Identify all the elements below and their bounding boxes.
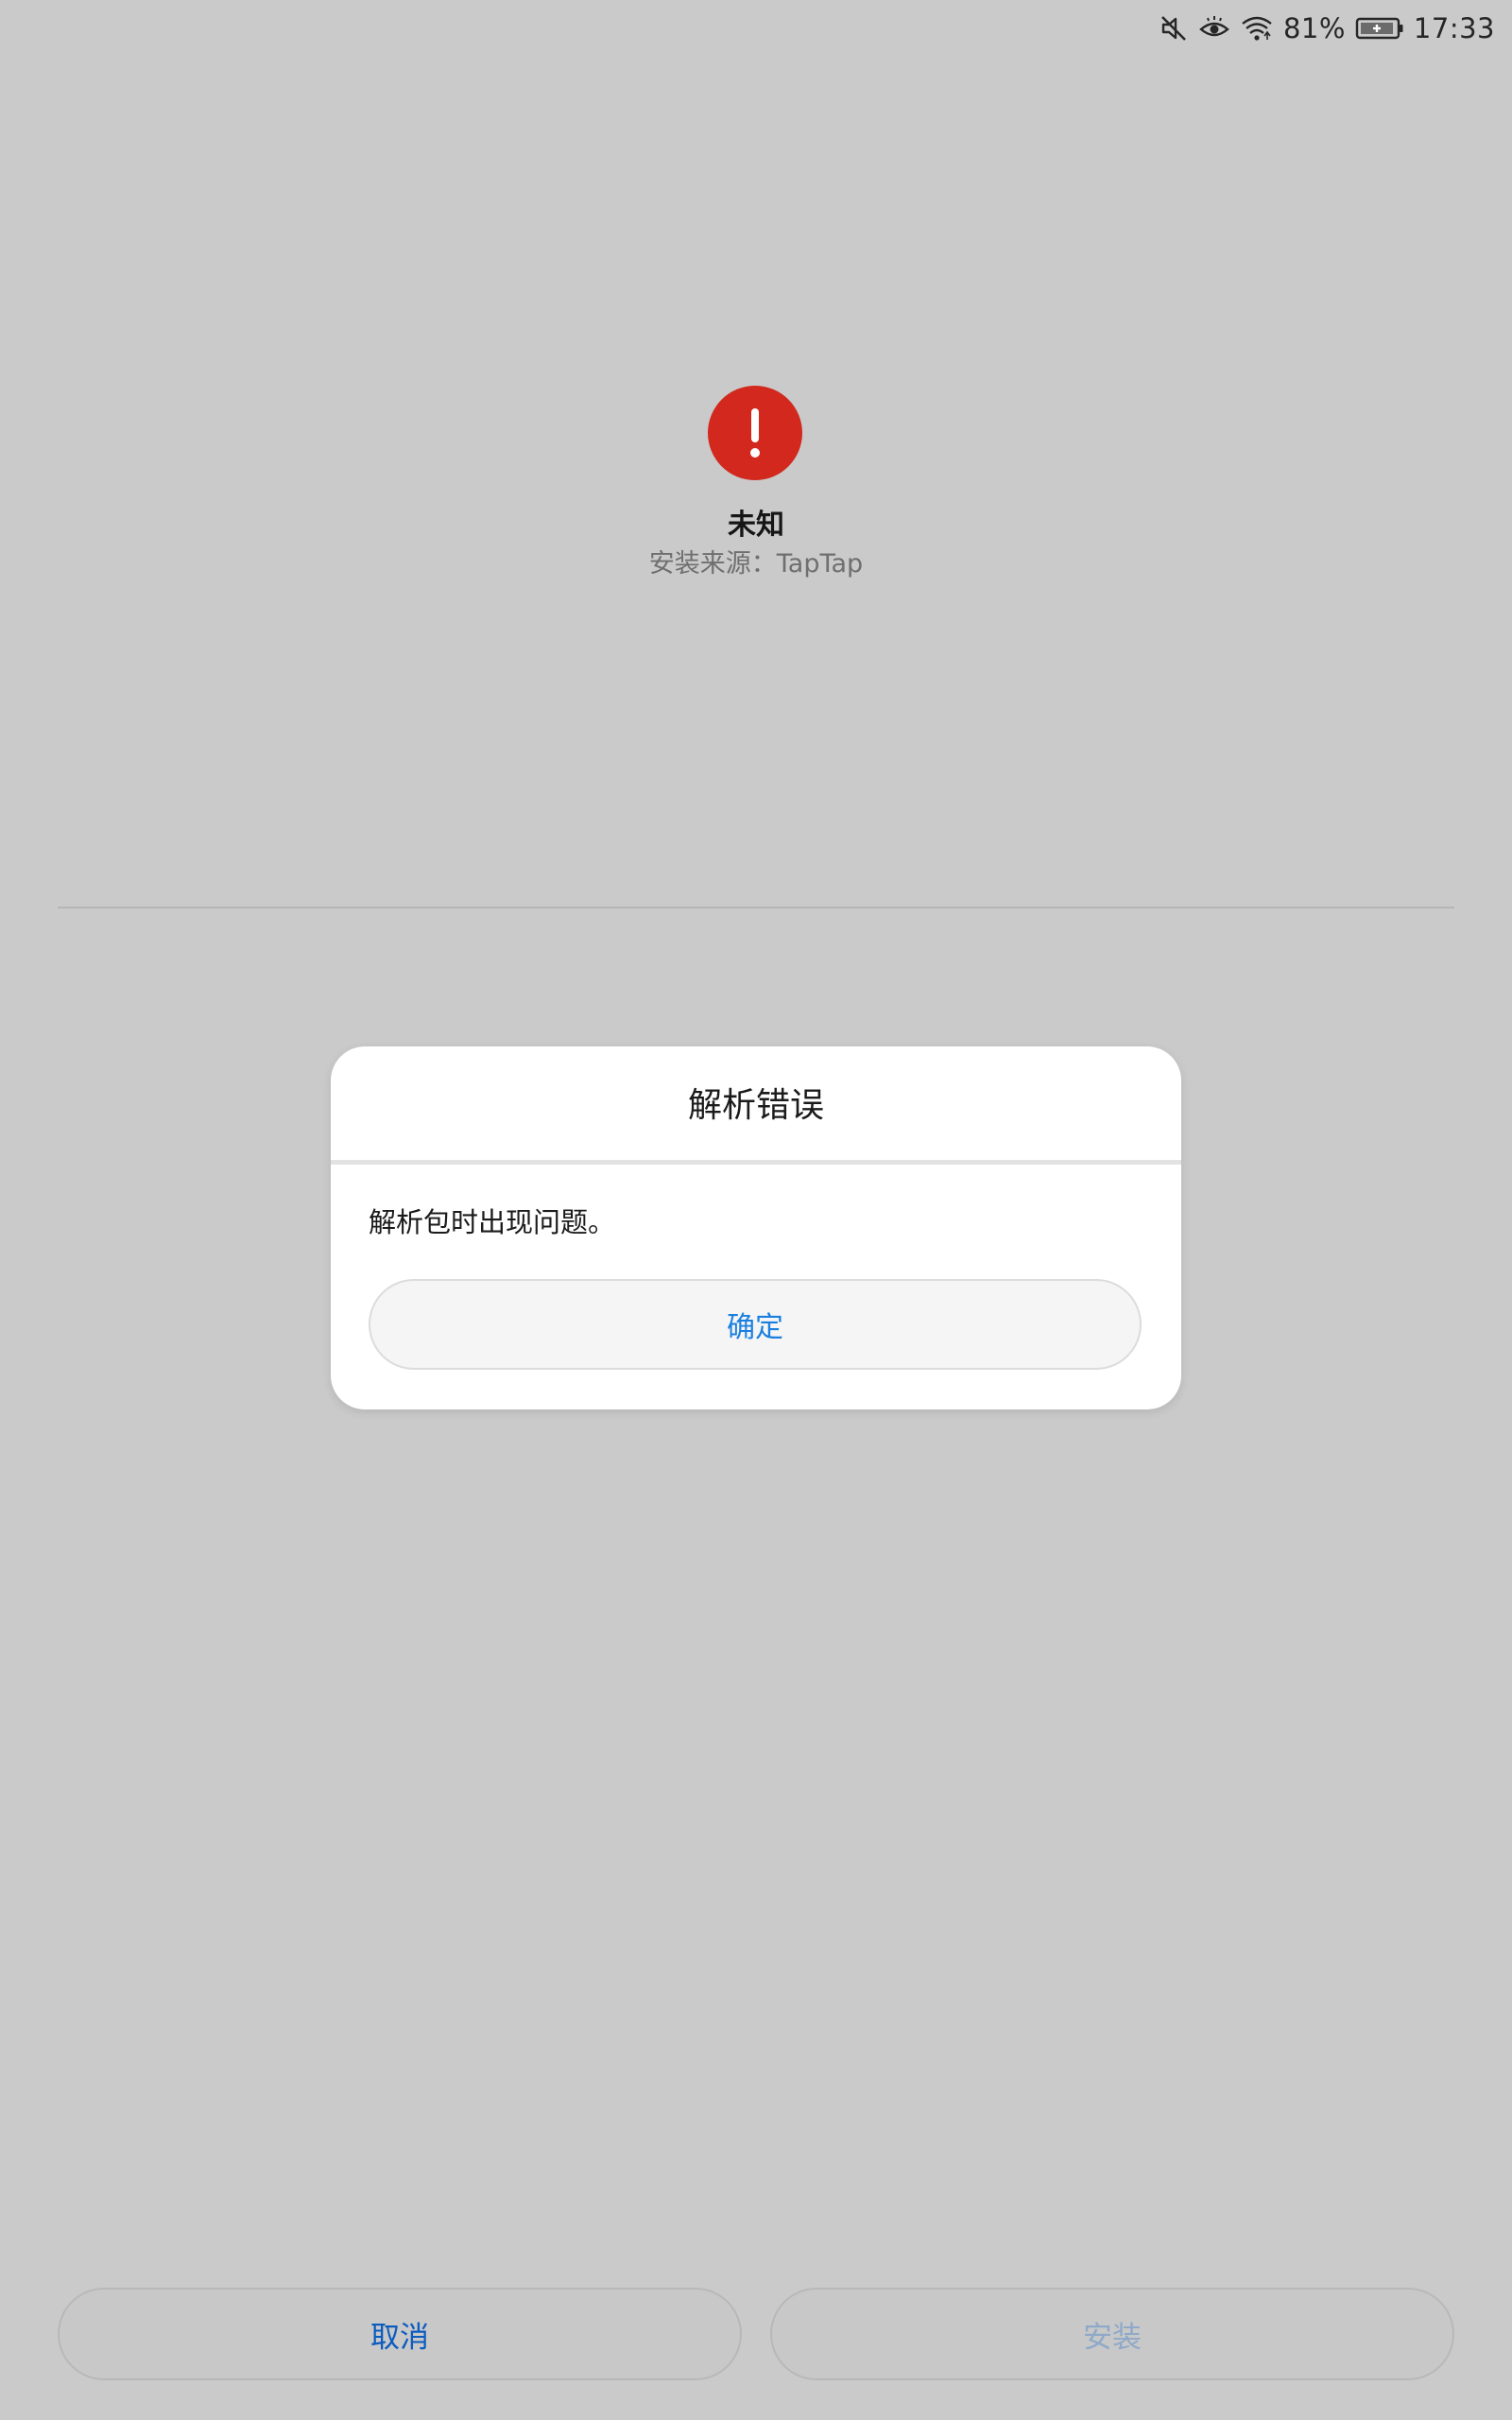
divider <box>58 907 1454 908</box>
status-bar: 81% 17:33 <box>1159 0 1512 57</box>
clock: 17:33 <box>1413 12 1495 44</box>
app-name: 未知 <box>728 509 784 542</box>
mute-icon <box>1159 13 1189 43</box>
battery-charging-icon <box>1355 15 1404 42</box>
parse-error-dialog: 解析错误 解析包时出现问题。 确定 <box>331 1046 1181 1409</box>
install-button[interactable]: 安装 <box>770 2288 1454 2380</box>
wifi-icon <box>1240 13 1274 43</box>
cancel-button[interactable]: 取消 <box>58 2288 742 2380</box>
battery-percent: 81% <box>1282 12 1346 44</box>
install-source-label: 安装来源： <box>648 549 777 579</box>
dialog-title: 解析错误 <box>687 1086 824 1125</box>
ok-button[interactable]: 确定 <box>369 1279 1142 1370</box>
error-exclamation-icon <box>708 386 802 480</box>
install-source: 安装来源：TapTap <box>0 543 1512 579</box>
install-source-value: TapTap <box>776 549 864 579</box>
dialog-message: 解析包时出现问题。 <box>369 1206 616 1238</box>
dialog-divider <box>331 1160 1181 1165</box>
eye-comfort-icon <box>1198 13 1230 43</box>
